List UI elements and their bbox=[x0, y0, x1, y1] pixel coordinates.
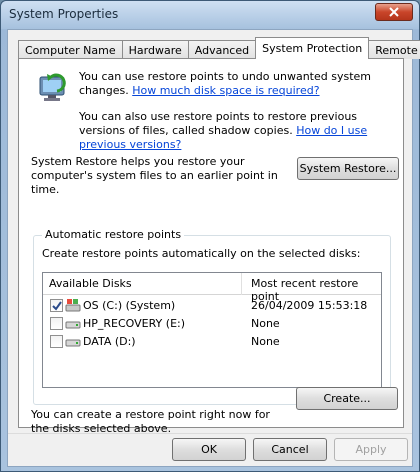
tab-strip: Computer Name Hardware Advanced System P… bbox=[18, 37, 420, 59]
disk-checkbox-os[interactable] bbox=[50, 299, 63, 312]
tab-advanced[interactable]: Advanced bbox=[187, 40, 257, 59]
tab-computer-name[interactable]: Computer Name bbox=[18, 40, 123, 59]
disk-name: HP_RECOVERY (E:) bbox=[83, 317, 186, 330]
title-bar[interactable]: System Properties bbox=[1, 1, 419, 29]
system-restore-icon bbox=[39, 73, 66, 101]
footer-separator bbox=[8, 433, 412, 434]
cancel-button[interactable]: Cancel bbox=[253, 438, 327, 461]
dialog-body: Computer Name Hardware Advanced System P… bbox=[7, 29, 420, 467]
system-restore-description: System Restore helps you restore your co… bbox=[31, 155, 278, 196]
system-properties-window: System Properties Computer Name Hardware… bbox=[0, 0, 420, 472]
disk-name: DATA (D:) bbox=[83, 335, 136, 348]
create-description: You can create a restore point right now… bbox=[31, 408, 270, 435]
disks-list[interactable]: Available Disks Most recent restore poin… bbox=[42, 272, 382, 388]
automatic-restore-label: Automatic restore points bbox=[42, 228, 185, 241]
system-protection-panel: You can use restore points to undo unwan… bbox=[18, 58, 404, 435]
drive-icon bbox=[65, 339, 81, 347]
window-title: System Properties bbox=[9, 7, 119, 21]
column-separator[interactable] bbox=[241, 273, 242, 295]
disk-space-link[interactable]: How much disk space is required? bbox=[132, 84, 319, 97]
tab-system-protection[interactable]: System Protection bbox=[255, 37, 370, 59]
disk-row-data[interactable]: DATA (D:) None bbox=[43, 333, 381, 350]
ok-button[interactable]: OK bbox=[172, 438, 246, 461]
column-available-disks[interactable]: Available Disks bbox=[49, 277, 132, 290]
restore-info-1: You can use restore points to undo unwan… bbox=[79, 70, 397, 98]
drive-icon bbox=[65, 321, 81, 329]
disk-name: OS (C:) (System) bbox=[83, 299, 176, 312]
disk-recent-restore: 26/04/2009 15:53:18 bbox=[251, 299, 368, 312]
disks-list-header: Available Disks Most recent restore poin… bbox=[43, 273, 381, 303]
disk-row-os[interactable]: OS (C:) (System) 26/04/2009 15:53:18 bbox=[43, 297, 381, 314]
system-drive-icon bbox=[65, 299, 81, 312]
disk-checkbox-data[interactable] bbox=[50, 335, 63, 348]
restore-info-2: You can also use restore points to resto… bbox=[79, 110, 397, 152]
automatic-restore-description: Create restore points automatically on t… bbox=[42, 247, 361, 260]
automatic-restore-group: Automatic restore points Create restore … bbox=[33, 228, 391, 405]
disk-row-hp-recovery[interactable]: HP_RECOVERY (E:) None bbox=[43, 315, 381, 332]
tab-hardware[interactable]: Hardware bbox=[121, 40, 189, 59]
tab-remote[interactable]: Remote bbox=[368, 40, 420, 59]
close-button[interactable] bbox=[375, 3, 413, 21]
disk-recent-restore: None bbox=[251, 317, 280, 330]
close-icon bbox=[389, 7, 399, 17]
disk-recent-restore: None bbox=[251, 335, 280, 348]
checkmark-icon bbox=[52, 301, 62, 311]
system-restore-button[interactable]: System Restore... bbox=[297, 157, 399, 180]
apply-button[interactable]: Apply bbox=[334, 438, 408, 461]
create-button[interactable]: Create... bbox=[296, 387, 398, 410]
disk-checkbox-hp-recovery[interactable] bbox=[50, 317, 63, 330]
